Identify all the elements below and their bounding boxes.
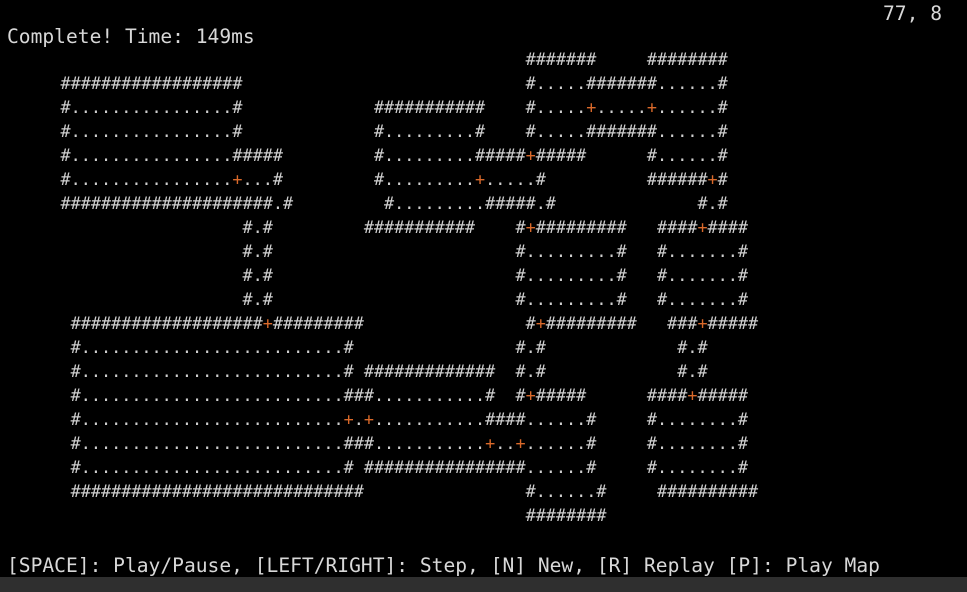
door-marker: + <box>343 409 354 429</box>
map-row: #.# #.........# #.......# <box>242 241 748 261</box>
dungeon-map: ####### ######## ################## #...… <box>10 47 759 527</box>
map-row: #####################.# #.........#####.… <box>60 193 728 213</box>
map-row: #................##### #.........#####+#… <box>60 145 728 165</box>
door-marker: + <box>697 313 708 333</box>
door-marker: + <box>525 217 536 237</box>
map-row: #..........................###..........… <box>70 385 748 405</box>
map-row: #..........................+.+..........… <box>70 409 748 429</box>
map-row: ###################+######### #+########… <box>70 313 759 333</box>
map-row: #..........................# ###########… <box>70 361 708 381</box>
map-row: ######## <box>525 505 607 525</box>
door-marker: + <box>707 169 718 189</box>
map-row: #.# #.........# #.......# <box>242 289 748 309</box>
door-marker: + <box>525 145 536 165</box>
map-row: #.# #.........# #.......# <box>242 265 748 285</box>
map-row: #..........................# ###########… <box>70 457 748 477</box>
door-marker: + <box>687 385 698 405</box>
door-marker: + <box>586 97 597 117</box>
cursor-position-readout: 77, 8 <box>883 2 942 25</box>
door-marker: + <box>515 433 526 453</box>
map-row: ####### ######## <box>525 49 728 69</box>
map-row: #.# ########### #+######### ####+#### <box>242 217 748 237</box>
door-marker: + <box>363 409 374 429</box>
map-row: #..........................# #.# #.# <box>70 337 708 357</box>
door-marker: + <box>485 433 496 453</box>
map-row: #..........................###..........… <box>70 433 748 453</box>
door-marker: + <box>535 313 546 333</box>
door-marker: + <box>475 169 486 189</box>
window-bottom-edge <box>0 577 967 592</box>
map-row: #................# #.........# #.....###… <box>60 121 728 141</box>
status-message: Complete! Time: 149ms <box>7 25 255 48</box>
keyboard-help-bar: [SPACE]: Play/Pause, [LEFT/RIGHT]: Step,… <box>7 554 880 577</box>
map-row: #................+...# #.........+.....#… <box>60 169 728 189</box>
map-row: ################## #.....#######......# <box>60 73 728 93</box>
door-marker: + <box>646 97 657 117</box>
door-marker: + <box>262 313 273 333</box>
map-row: #................# ########### #.....+..… <box>60 97 728 117</box>
door-marker: + <box>232 169 243 189</box>
door-marker: + <box>525 385 536 405</box>
map-row: ############################# #......# #… <box>70 481 759 501</box>
door-marker: + <box>697 217 708 237</box>
terminal-window[interactable]: 77, 8 Complete! Time: 149ms ####### ####… <box>0 0 967 577</box>
